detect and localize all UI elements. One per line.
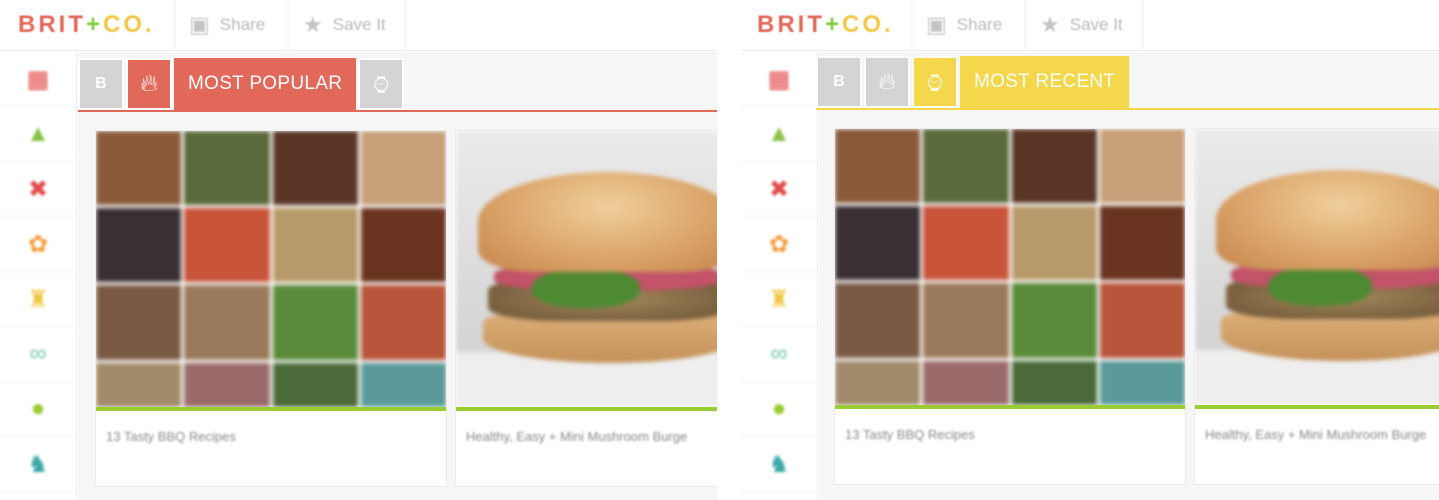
- bbq-mosaic-image: [835, 129, 1185, 405]
- share-button[interactable]: ▣ Share: [174, 0, 287, 50]
- sidebar-dress-icon[interactable]: ♜: [741, 272, 817, 327]
- card-title: Healthy, Easy + Mini Mushroom Burge: [466, 429, 688, 444]
- tab-most-popular[interactable]: MOST POPULAR: [174, 58, 357, 110]
- share-icon: ▣: [926, 12, 947, 37]
- tab-watch-icon[interactable]: ⌚︎: [358, 58, 405, 110]
- tab-bar: B 🔥︎ MOST POPULAR ⌚︎: [78, 58, 406, 112]
- card-accent-bar: [456, 407, 717, 411]
- star-icon: ★: [303, 12, 323, 37]
- sidebar-cross-icon[interactable]: ✖: [741, 162, 817, 217]
- tab-watch-icon[interactable]: ⌚︎: [912, 56, 958, 108]
- tab-brit-icon[interactable]: B: [78, 58, 124, 110]
- sidebar-paw-icon[interactable]: ✿: [741, 217, 817, 272]
- card-mushroom-burger[interactable]: Healthy, Easy + Mini Mushroom Burge: [1194, 128, 1439, 485]
- top-bar: BRIT+CO. ▣ Share ★ Save It: [741, 0, 1439, 51]
- bbq-mosaic-image: [96, 131, 446, 407]
- tab-brit-icon[interactable]: B: [816, 56, 862, 108]
- tab-underline: [816, 108, 1439, 110]
- sidebar-calendar-icon[interactable]: ▦: [741, 52, 817, 107]
- category-sidebar: ▦ ▲ ✖ ✿ ♜ ∞ ● ♞: [741, 52, 818, 500]
- panel-divider: [717, 0, 741, 500]
- sidebar-paw-icon[interactable]: ✿: [0, 217, 76, 272]
- burger-image: [1195, 129, 1439, 405]
- card-accent-bar: [1195, 405, 1439, 409]
- card-bbq-recipes[interactable]: 13 Tasty BBQ Recipes: [95, 130, 447, 487]
- sidebar-bowl-icon[interactable]: ●: [0, 382, 76, 437]
- burger-image: [456, 131, 717, 407]
- sidebar-tree-icon[interactable]: ▲: [741, 107, 817, 162]
- card-mushroom-burger[interactable]: Healthy, Easy + Mini Mushroom Burge: [455, 130, 717, 487]
- brit-co-logo[interactable]: BRIT+CO.: [757, 11, 894, 39]
- left-panel: BRIT+CO. ▣ Share ★ Save It ▦ ▲ ✖ ✿ ♜ ∞ ●…: [0, 0, 717, 500]
- card-accent-bar: [835, 405, 1185, 409]
- share-icon: ▣: [189, 12, 210, 37]
- brit-co-logo[interactable]: BRIT+CO.: [18, 11, 155, 39]
- sidebar-cross-icon[interactable]: ✖: [0, 162, 76, 217]
- sidebar-tree-icon[interactable]: ▲: [0, 107, 76, 162]
- tab-underline: [78, 110, 717, 112]
- card-accent-bar: [96, 407, 446, 411]
- card-title: 13 Tasty BBQ Recipes: [106, 429, 236, 444]
- tab-most-recent[interactable]: MOST RECENT: [960, 56, 1130, 108]
- sidebar-bowl-icon[interactable]: ●: [741, 382, 817, 437]
- sidebar-mustache-icon[interactable]: ∞: [741, 327, 817, 382]
- card-title: Healthy, Easy + Mini Mushroom Burge: [1205, 427, 1427, 442]
- right-panel: BRIT+CO. ▣ Share ★ Save It ▦ ▲ ✖ ✿ ♜ ∞ ●…: [741, 0, 1439, 500]
- save-it-button[interactable]: ★ Save It: [288, 0, 406, 50]
- tab-flame-icon[interactable]: 🔥︎: [864, 56, 910, 108]
- save-it-button[interactable]: ★ Save It: [1025, 0, 1143, 50]
- category-sidebar: ▦ ▲ ✖ ✿ ♜ ∞ ● ♞: [0, 52, 77, 500]
- card-bbq-recipes[interactable]: 13 Tasty BBQ Recipes: [834, 128, 1186, 485]
- sidebar-mustache-icon[interactable]: ∞: [0, 327, 76, 382]
- tab-flame-icon[interactable]: 🔥︎: [126, 58, 172, 110]
- sidebar-owl-icon[interactable]: ♞: [741, 437, 817, 492]
- star-icon: ★: [1040, 12, 1060, 37]
- top-bar: BRIT+CO. ▣ Share ★ Save It: [0, 0, 717, 51]
- share-button[interactable]: ▣ Share: [911, 0, 1024, 50]
- sidebar-calendar-icon[interactable]: ▦: [0, 52, 76, 107]
- sidebar-dress-icon[interactable]: ♜: [0, 272, 76, 327]
- sidebar-owl-icon[interactable]: ♞: [0, 437, 76, 492]
- card-title: 13 Tasty BBQ Recipes: [845, 427, 975, 442]
- tab-bar: B 🔥︎ ⌚︎ MOST RECENT: [816, 56, 1131, 110]
